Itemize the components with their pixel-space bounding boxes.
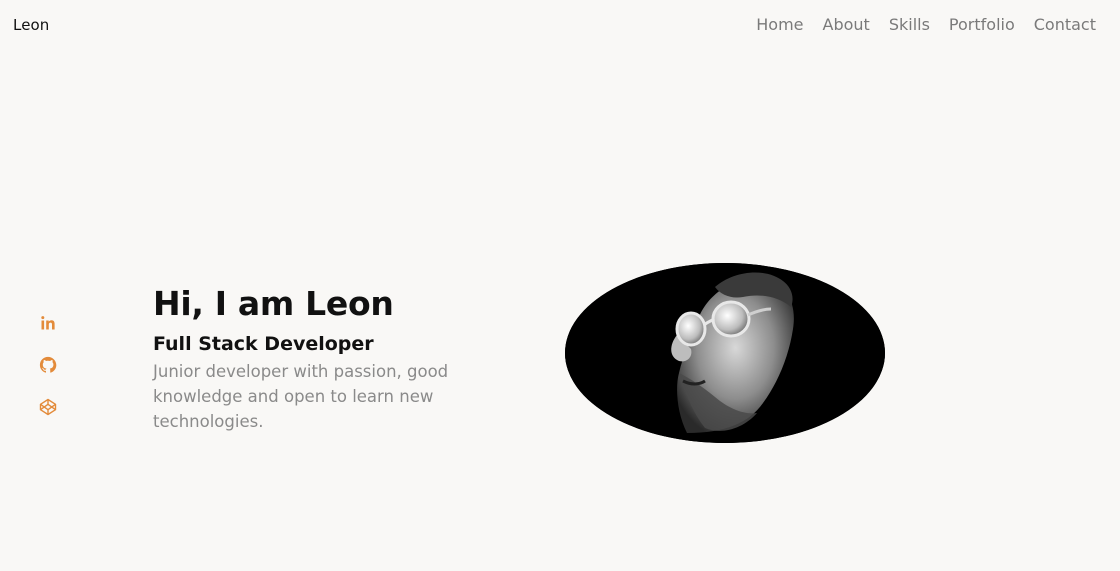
profile-image xyxy=(565,263,885,443)
portrait-illustration xyxy=(565,263,885,443)
hero-description: Junior developer with passion, good know… xyxy=(153,362,449,431)
nav-link-home[interactable]: Home xyxy=(756,15,803,34)
nav-link-about[interactable]: About xyxy=(823,15,870,34)
nav-link-skills[interactable]: Skills xyxy=(889,15,930,34)
codepen-link[interactable] xyxy=(38,397,58,417)
hero-text: Hi, I am Leon Full Stack Developer Junio… xyxy=(153,284,473,434)
nav-link-contact[interactable]: Contact xyxy=(1034,15,1096,34)
hero-title: Hi, I am Leon xyxy=(153,284,394,323)
main-nav: Home About Skills Portfolio Contact xyxy=(756,15,1096,34)
github-link[interactable] xyxy=(38,355,58,375)
social-links xyxy=(38,313,58,417)
linkedin-icon xyxy=(41,316,55,330)
codepen-icon xyxy=(39,398,57,416)
nav-link-portfolio[interactable]: Portfolio xyxy=(949,15,1015,34)
site-header: Leon Home About Skills Portfolio Contact xyxy=(0,0,1120,52)
linkedin-link[interactable] xyxy=(38,313,58,333)
logo[interactable]: Leon xyxy=(13,16,49,34)
github-icon xyxy=(39,356,57,373)
hero-subtitle: Full Stack Developer xyxy=(153,333,374,355)
